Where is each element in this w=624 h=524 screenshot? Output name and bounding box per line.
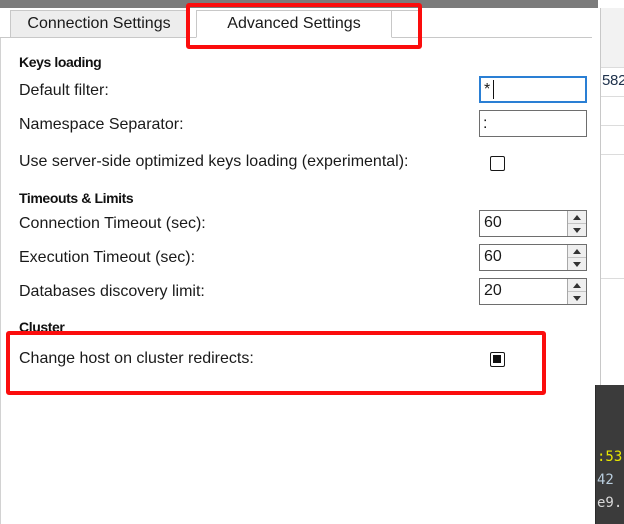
background-console-panel: :53 42 e9. (595, 385, 624, 524)
spinner-buttons (567, 245, 586, 270)
console-line: :53 (597, 449, 623, 465)
label-default-filter: Default filter: (19, 82, 109, 99)
databases-discovery-limit-value: 20 (484, 282, 502, 299)
chevron-up-icon (573, 248, 581, 254)
window-title-bar (0, 0, 598, 8)
server-side-keys-loading-checkbox[interactable] (490, 156, 505, 171)
table-row-divider (601, 125, 624, 126)
chevron-up-icon (573, 282, 581, 288)
table-row-divider (601, 278, 624, 279)
group-heading-timeouts-limits: Timeouts & Limits (19, 190, 134, 206)
background-table: 582 (600, 8, 624, 385)
label-connection-timeout: Connection Timeout (sec): (19, 215, 206, 232)
tab-connection-settings[interactable]: Connection Settings (10, 10, 188, 38)
spinner-buttons (567, 211, 586, 236)
spinner-buttons (567, 279, 586, 304)
connection-timeout-value: 60 (484, 214, 502, 231)
console-line: 42 (597, 472, 614, 488)
spinner-up-button[interactable] (568, 211, 586, 224)
chevron-down-icon (573, 227, 581, 233)
table-row-divider (601, 154, 624, 155)
connection-timeout-spinner[interactable]: 60 (479, 210, 587, 237)
group-heading-keys-loading: Keys loading (19, 54, 102, 70)
chevron-down-icon (573, 261, 581, 267)
tab-advanced-settings[interactable]: Advanced Settings (196, 10, 392, 38)
table-row-divider (601, 96, 624, 97)
spinner-down-button[interactable] (568, 224, 586, 236)
label-namespace-separator: Namespace Separator: (19, 116, 184, 133)
spinner-down-button[interactable] (568, 258, 586, 270)
execution-timeout-spinner[interactable]: 60 (479, 244, 587, 271)
label-databases-discovery-limit: Databases discovery limit: (19, 283, 205, 300)
spinner-up-button[interactable] (568, 245, 586, 258)
databases-discovery-limit-spinner[interactable]: 20 (479, 278, 587, 305)
chevron-down-icon (573, 295, 581, 301)
chevron-up-icon (573, 214, 581, 220)
label-execution-timeout: Execution Timeout (sec): (19, 249, 196, 266)
tab-strip: Connection Settings Advanced Settings (0, 8, 592, 38)
default-filter-input[interactable] (479, 76, 587, 103)
background-table-cell: 582 (602, 72, 624, 89)
tab-strip-filler (392, 10, 420, 38)
spinner-up-button[interactable] (568, 279, 586, 292)
text-caret (493, 80, 494, 99)
namespace-separator-input[interactable] (479, 110, 587, 137)
console-line: e9. (597, 495, 623, 511)
execution-timeout-value: 60 (484, 248, 502, 265)
connection-settings-dialog: Connection Settings Advanced Settings Ke… (0, 8, 592, 524)
group-heading-cluster: Cluster (19, 319, 65, 335)
advanced-settings-panel: Keys loading Default filter: Namespace S… (0, 38, 592, 524)
change-host-on-cluster-redirects-checkbox[interactable] (490, 352, 505, 367)
label-change-host-on-cluster-redirects: Change host on cluster redirects: (19, 350, 254, 367)
table-row-divider (601, 67, 624, 68)
spinner-down-button[interactable] (568, 292, 586, 304)
label-server-side-keys-loading: Use server-side optimized keys loading (… (19, 153, 409, 170)
